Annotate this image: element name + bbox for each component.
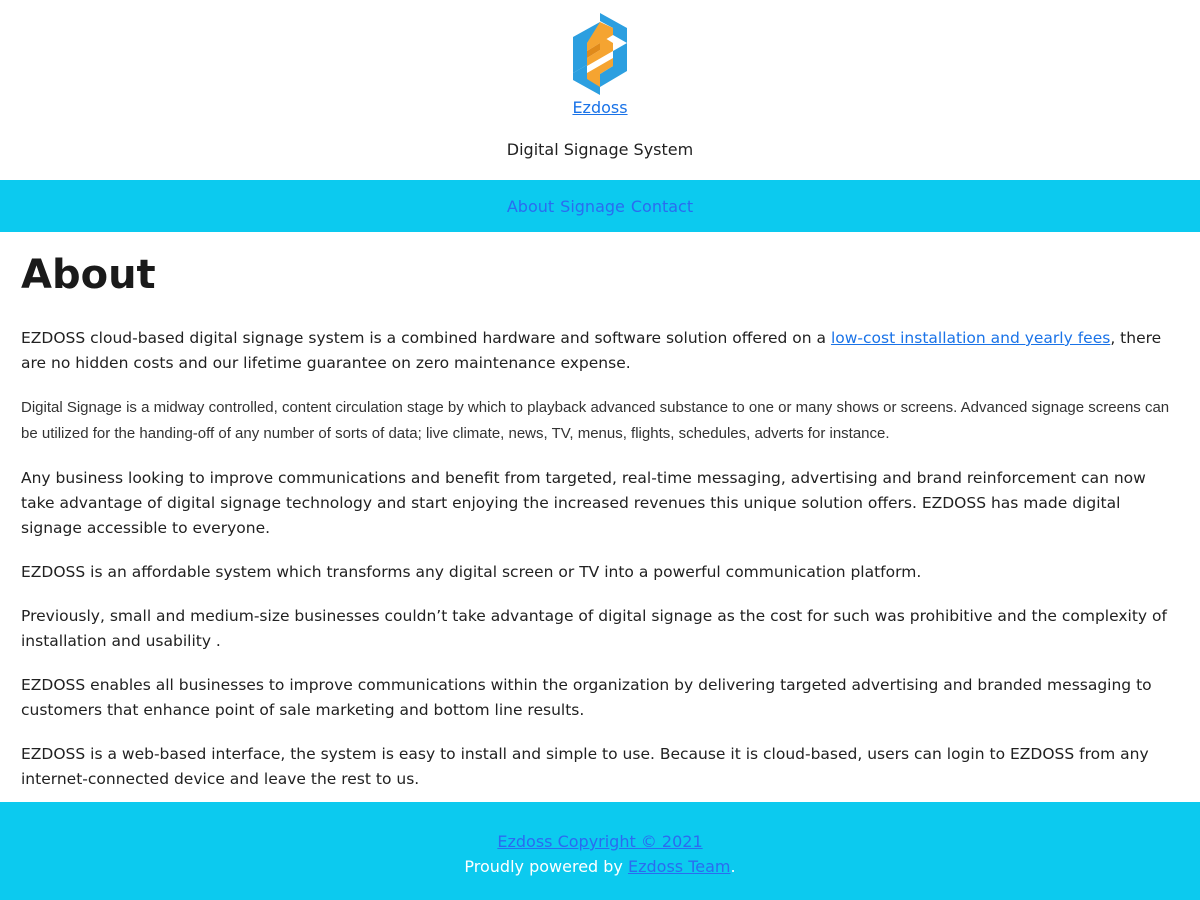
paragraph-previously: Previously, small and medium-size busine… [21,607,1167,650]
paragraph-digital-signage: Digital Signage is a midway controlled, … [21,399,1170,442]
page-title: About [21,252,156,298]
site-header: Ezdoss Digital Signage System [0,0,1200,180]
ezdoss-logo-icon[interactable] [573,13,627,95]
nav-item-signage[interactable]: Signage [560,197,625,216]
main-nav: About Signage Contact [0,180,1200,232]
site-name-link[interactable]: Ezdoss [572,98,627,117]
paragraph-web-based: EZDOSS is a web-based interface, the sys… [21,745,1149,788]
site-name: Ezdoss [0,98,1200,118]
team-link[interactable]: Ezdoss Team [628,857,731,876]
paragraph-enables: EZDOSS enables all businesses to improve… [21,676,1152,719]
pricing-link[interactable]: low-cost installation and yearly fees [831,329,1110,347]
site-tagline: Digital Signage System [506,140,694,159]
nav-item-about[interactable]: About [507,197,554,216]
footer-powered-by: Proudly powered by Ezdoss Team. [0,856,1200,878]
powered-by-suffix: . [730,857,736,876]
paragraph-intro: EZDOSS cloud-based digital signage syste… [21,326,1179,376]
paragraph-affordable: EZDOSS is an affordable system which tra… [21,563,922,581]
powered-by-prefix: Proudly powered by [464,857,628,876]
paragraph-intro-text-before: EZDOSS cloud-based digital signage syste… [21,329,831,347]
nav-item-contact[interactable]: Contact [631,197,693,216]
site-footer: Ezdoss Copyright © 2021 Proudly powered … [0,802,1200,900]
paragraph-business: Any business looking to improve communic… [21,469,1146,537]
main-content: About EZDOSS cloud-based digital signage… [0,232,1200,802]
footer-copyright: Ezdoss Copyright © 2021 [0,831,1200,853]
copyright-link[interactable]: Ezdoss Copyright © 2021 [497,832,702,851]
